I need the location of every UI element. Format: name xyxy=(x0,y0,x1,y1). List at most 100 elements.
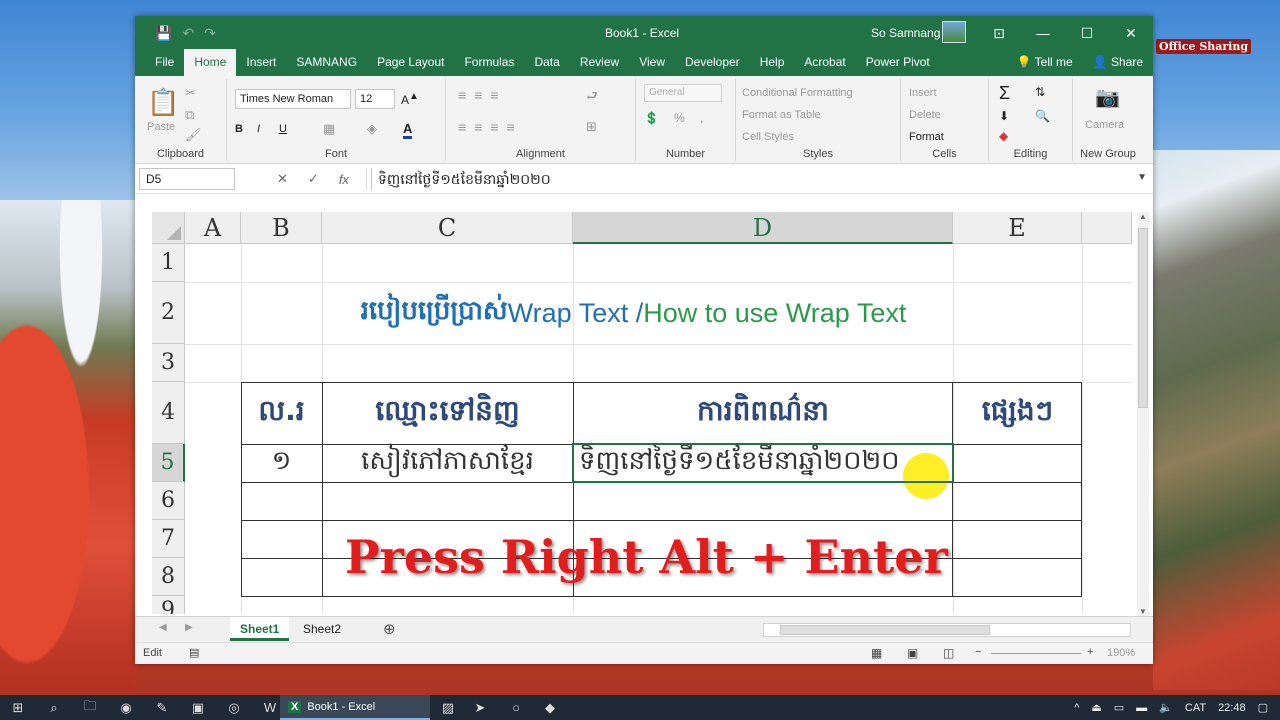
minimize-button[interactable]: — xyxy=(1021,16,1065,50)
undo-icon[interactable]: ↶ xyxy=(182,25,194,42)
row-header-2[interactable]: 2 xyxy=(152,282,185,344)
maximize-button[interactable]: ☐ xyxy=(1065,16,1109,50)
camera-icon[interactable]: 📷 xyxy=(1095,85,1120,110)
notifications-icon[interactable]: ▢ xyxy=(1258,701,1268,714)
column-header-c[interactable]: C xyxy=(322,212,573,244)
telegram-icon[interactable]: ➤ xyxy=(462,700,498,716)
page-break-view-icon[interactable]: ◫ xyxy=(943,646,954,660)
tell-me-search[interactable]: 💡 Tell me xyxy=(1017,55,1073,69)
formula-input[interactable]: ទិញនៅថ្ងៃទី១៥ខែមីនាឆ្នាំ២០២០ xyxy=(371,168,1135,190)
tab-help[interactable]: Help xyxy=(750,55,795,76)
chrome-icon[interactable]: ◎ xyxy=(216,700,252,716)
chevron-down-icon[interactable]: ▼ xyxy=(1137,172,1147,183)
fill-color-icon[interactable]: ◈ xyxy=(367,121,377,137)
search-icon[interactable]: ⌕ xyxy=(36,700,72,716)
photos-icon[interactable]: ▨ xyxy=(430,700,466,716)
horizontal-scrollbar[interactable] xyxy=(763,623,1131,637)
header-no[interactable]: ល.រ xyxy=(241,382,322,444)
cell-styles-button[interactable]: Cell Styles xyxy=(742,131,794,143)
fill-icon[interactable]: ⬇ xyxy=(999,109,1009,123)
name-box[interactable]: D5 xyxy=(139,168,235,190)
underline-button[interactable]: U xyxy=(279,123,287,135)
paste-icon[interactable]: 📋 xyxy=(147,87,179,118)
macro-record-icon[interactable]: ▤ xyxy=(189,646,199,659)
avatar[interactable] xyxy=(942,21,966,43)
header-other[interactable]: ផ្សេងៗ xyxy=(953,382,1082,444)
cell-c5[interactable]: សៀវភៅភាសាខ្មែរ xyxy=(322,444,573,482)
column-header-b[interactable]: B xyxy=(241,212,322,244)
percent-button[interactable]: % xyxy=(674,111,685,125)
bold-button[interactable]: B xyxy=(235,123,243,135)
redo-icon[interactable]: ↷ xyxy=(204,25,216,42)
column-header-f[interactable] xyxy=(1082,212,1132,244)
save-icon[interactable]: 💾 xyxy=(155,25,172,42)
paint-icon[interactable]: ✎ xyxy=(144,700,180,716)
tab-developer[interactable]: Developer xyxy=(675,55,750,76)
user-name[interactable]: So Samnang xyxy=(871,26,940,40)
find-select-icon[interactable]: 🔍 xyxy=(1035,109,1050,123)
number-format-select[interactable]: General xyxy=(644,84,722,102)
row-header-9[interactable]: 9 xyxy=(152,596,185,614)
row-header-1[interactable]: 1 xyxy=(152,244,185,282)
wrap-text-icon[interactable]: ⮐ xyxy=(586,87,598,109)
tab-view[interactable]: View xyxy=(629,55,675,76)
tab-scroll-left-icon[interactable]: ◀ xyxy=(159,622,167,633)
row-header-5[interactable]: 5 xyxy=(152,444,185,482)
row-header-4[interactable]: 4 xyxy=(152,382,185,444)
italic-button[interactable]: I xyxy=(257,123,260,135)
sort-filter-icon[interactable]: ⇅ xyxy=(1035,85,1045,99)
horizontal-align-icons[interactable]: ≡≡≡≡ xyxy=(458,119,523,135)
zoom-level[interactable]: 190% xyxy=(1107,647,1135,659)
tab-scroll-right-icon[interactable]: ▶ xyxy=(185,622,193,633)
tab-data[interactable]: Data xyxy=(524,55,569,76)
clear-icon[interactable]: ◆ xyxy=(999,129,1008,143)
zoom-in-icon[interactable]: + xyxy=(1087,646,1093,658)
cancel-icon[interactable]: ✕ xyxy=(277,171,288,187)
vertical-align-icons[interactable]: ≡≡≡ xyxy=(458,87,507,103)
network-icon[interactable]: ▭ xyxy=(1114,701,1124,714)
format-as-table-button[interactable]: Format as Table xyxy=(742,109,821,121)
camera-button[interactable]: Camera xyxy=(1085,119,1124,131)
delete-cells-button[interactable]: Delete xyxy=(909,109,941,121)
start-icon[interactable]: ⊞ xyxy=(0,700,36,716)
format-painter-icon[interactable]: 🖌 xyxy=(185,127,202,143)
grow-font-icon[interactable]: A▲ xyxy=(401,91,419,107)
font-color-icon[interactable]: A xyxy=(403,121,413,139)
tab-page-layout[interactable]: Page Layout xyxy=(367,55,454,76)
row-header-6[interactable]: 6 xyxy=(152,482,185,520)
tab-power-pivot[interactable]: Power Pivot xyxy=(856,55,940,76)
normal-view-icon[interactable]: ▦ xyxy=(871,646,882,660)
tab-insert[interactable]: Insert xyxy=(236,55,286,76)
format-cells-button[interactable]: Format xyxy=(909,131,944,143)
cut-icon[interactable]: ✂ xyxy=(185,85,196,101)
column-header-d[interactable]: D xyxy=(573,212,953,244)
column-header-e[interactable]: E xyxy=(953,212,1082,244)
header-description[interactable]: ការពិពណ៌នា xyxy=(573,382,953,444)
add-sheet-button[interactable]: ⊕ xyxy=(383,620,396,638)
header-item-name[interactable]: ឈ្មោះទៅនិញ xyxy=(322,382,573,444)
file-explorer-icon[interactable]: 🗀 xyxy=(72,697,108,719)
zoom-out-icon[interactable]: − xyxy=(975,646,981,658)
scroll-up-icon[interactable]: ▲ xyxy=(1137,212,1149,221)
chevron-up-icon[interactable]: ^ xyxy=(1074,702,1079,714)
app-icon[interactable]: ▣ xyxy=(180,700,216,716)
zoom-app-icon[interactable]: ◉ xyxy=(108,700,144,716)
opera-icon[interactable]: ○ xyxy=(498,700,534,715)
sheet-tab-sheet1[interactable]: Sheet1 xyxy=(230,617,290,641)
sheet-tab-sheet2[interactable]: Sheet2 xyxy=(293,617,351,641)
tab-home[interactable]: Home xyxy=(184,49,237,76)
currency-icon[interactable]: 💲 xyxy=(644,111,659,125)
font-size-select[interactable]: 12 xyxy=(355,89,395,109)
page-layout-view-icon[interactable]: ▣ xyxy=(907,646,918,660)
copy-icon[interactable]: ⧉ xyxy=(185,107,194,123)
tab-acrobat[interactable]: Acrobat xyxy=(794,55,855,76)
scroll-down-icon[interactable]: ▼ xyxy=(1137,607,1149,616)
font-name-select[interactable]: Times New Roman xyxy=(235,89,351,109)
tab-file[interactable]: File xyxy=(145,55,184,76)
sheet-title[interactable]: របៀបប្រើប្រាស់ Wrap Text / How to use Wr… xyxy=(185,282,1082,344)
row-header-8[interactable]: 8 xyxy=(152,558,185,596)
usb-icon[interactable]: ⏏ xyxy=(1091,701,1101,714)
battery-icon[interactable]: ▬ xyxy=(1136,702,1147,714)
tab-formulas[interactable]: Formulas xyxy=(454,55,524,76)
ribbon-display-icon[interactable]: ⊡ xyxy=(977,16,1021,50)
